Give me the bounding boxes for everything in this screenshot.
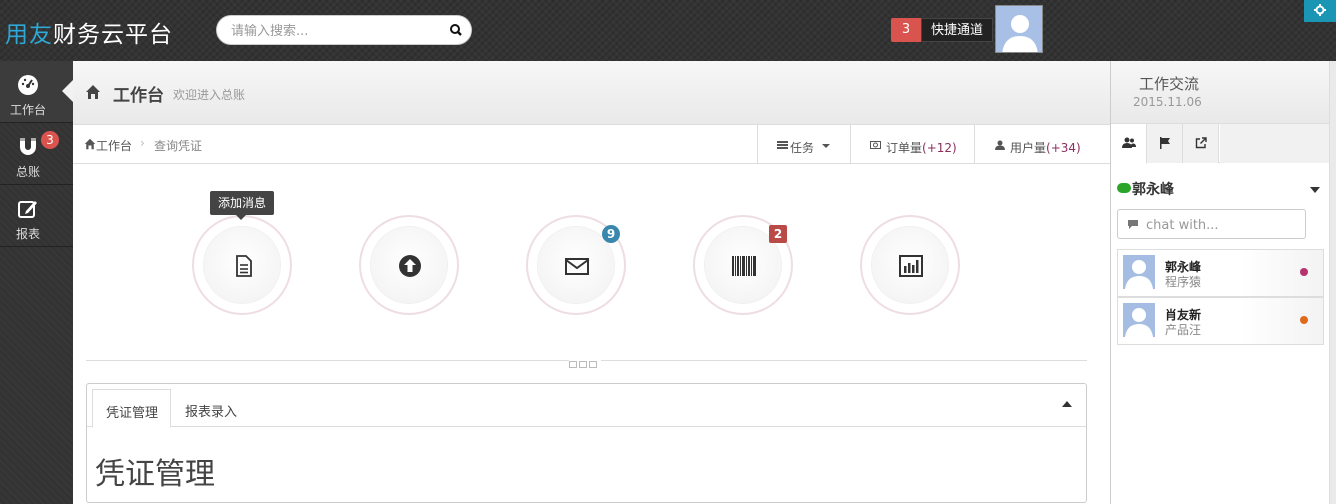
tab-panel: 凭证管理 报表录入 凭证管理 <box>86 383 1087 503</box>
shortcut-add-message[interactable] <box>192 215 292 315</box>
contact-item[interactable]: 肖友新 产品汪 <box>1117 297 1324 345</box>
search-icon[interactable] <box>447 21 465 39</box>
barcode-count-badge: 2 <box>769 225 787 243</box>
collapse-icon[interactable] <box>1062 401 1072 407</box>
page-header: 工作台 欢迎进入总账 <box>73 61 1110 125</box>
brand-name: 财务云平台 <box>53 22 173 48</box>
sidebar-item-label: 工作台 <box>9 103 46 117</box>
chat-user-name: 郭永峰 <box>1132 182 1174 198</box>
chat-current-user[interactable]: 郭永峰 <box>1117 179 1174 199</box>
quick-access-button[interactable]: 快捷通道 <box>921 18 993 42</box>
dashboard-icon <box>17 74 39 96</box>
tab-voucher-management[interactable]: 凭证管理 <box>92 389 171 428</box>
tab-contacts[interactable] <box>1111 124 1147 164</box>
status-dot <box>1300 268 1308 276</box>
breadcrumb-separator: › <box>140 136 145 150</box>
chevron-down-icon[interactable] <box>1310 187 1320 193</box>
mail-icon <box>564 253 590 279</box>
tab-strip-filler <box>1220 124 1329 163</box>
chat-tabs <box>1111 124 1329 164</box>
orders-delta: (+12) <box>922 141 957 155</box>
contact-role: 程序猿 <box>1165 275 1202 289</box>
upload-icon <box>397 253 423 279</box>
breadcrumb-current: 查询凭证 <box>154 139 203 153</box>
brand-logo[interactable]: 用友财务云平台 <box>5 15 173 49</box>
settings-button[interactable] <box>1304 0 1336 22</box>
tab-header: 凭证管理 报表录入 <box>87 384 1086 428</box>
chat-panel-title: 工作交流 <box>1139 75 1200 93</box>
page-subtitle: 欢迎进入总账 <box>173 88 246 102</box>
edit-icon <box>17 198 39 220</box>
shortcut-upload[interactable] <box>359 215 459 315</box>
users-text: 用户量 <box>1010 141 1047 155</box>
page-title: 工作台 <box>113 86 164 106</box>
home-icon <box>84 138 96 150</box>
breadcrumb: 工作台 › 查询凭证 任务 订单量(+12) 用户量(+34) <box>73 125 1110 164</box>
mail-count-badge: 9 <box>602 225 620 243</box>
shortcut-barcode[interactable]: 2 <box>693 215 793 315</box>
users-stat-button[interactable]: 用户量(+34) <box>974 125 1110 164</box>
sidebar-item-reports[interactable]: 报表 <box>0 185 73 247</box>
users-delta: (+34) <box>1046 141 1081 155</box>
chat-input-box <box>1117 209 1306 239</box>
bar-chart-icon <box>898 253 924 279</box>
tasks-dropdown[interactable]: 任务 <box>757 125 850 164</box>
chat-panel-date: 2015.11.06 <box>1133 95 1202 109</box>
main-content: 工作台 欢迎进入总账 工作台 › 查询凭证 任务 订单量(+12) 用户量(+3 <box>73 61 1110 504</box>
search-input[interactable] <box>231 22 441 40</box>
contact-item[interactable]: 郭永峰 程序猿 <box>1117 249 1324 297</box>
barcode-icon <box>731 253 757 279</box>
tab-external[interactable] <box>1183 124 1219 163</box>
orders-stat-button[interactable]: 订单量(+12) <box>850 125 974 164</box>
chat-input[interactable] <box>1146 216 1296 234</box>
tab-report-entry[interactable]: 报表录入 <box>173 389 253 428</box>
user-icon <box>995 139 1005 153</box>
shortcut-inner <box>371 227 447 303</box>
shortcut-inner <box>872 227 948 303</box>
tab-label: 凭证管理 <box>106 406 159 421</box>
shortcut-chart[interactable] <box>860 215 960 315</box>
orders-label: 订单量(+12) <box>886 139 957 156</box>
tab-flag[interactable] <box>1147 124 1183 163</box>
brand-accent: 用友 <box>5 22 53 48</box>
scrollbar[interactable] <box>1329 61 1336 504</box>
search-box <box>216 15 472 45</box>
chat-panel: 工作交流 2015.11.06 郭永峰 chat with... 郭永峰 程序猿… <box>1110 61 1336 504</box>
top-header: 用友财务云平台 3 快捷通道 <box>0 0 1336 61</box>
shortcut-mail[interactable]: 9 <box>526 215 626 315</box>
chat-panel-header: 工作交流 2015.11.06 <box>1111 61 1336 124</box>
sidebar-item-label: 总账 <box>15 165 40 179</box>
list-icon <box>777 139 788 153</box>
contact-avatar <box>1123 303 1155 337</box>
user-avatar[interactable] <box>995 5 1043 53</box>
camera-icon <box>870 139 881 153</box>
sidebar: 工作台 总账 报表 <box>0 61 73 504</box>
tasks-label: 任务 <box>790 141 815 155</box>
home-icon <box>85 84 101 100</box>
gear-icon <box>1304 4 1336 26</box>
sidebar-item-ledger[interactable]: 总账 <box>0 123 73 185</box>
breadcrumb-home-link[interactable]: 工作台 <box>96 137 132 154</box>
tab-content-title: 凭证管理 <box>95 457 215 492</box>
divider-ornament <box>569 357 601 368</box>
orders-text: 订单量 <box>886 141 923 155</box>
chevron-down-icon <box>822 144 830 148</box>
tab-label: 报表录入 <box>185 405 238 420</box>
reports-badge: 3 <box>41 131 59 149</box>
shortcut-inner <box>204 227 280 303</box>
status-dot <box>1300 316 1308 324</box>
tooltip: 添加消息 <box>210 191 275 220</box>
chat-bubble-icon <box>1117 183 1131 193</box>
magnet-icon <box>17 136 39 158</box>
active-indicator <box>62 80 73 102</box>
quick-count-badge: 3 <box>891 18 921 42</box>
contact-avatar <box>1123 255 1155 289</box>
contact-role: 产品汪 <box>1165 323 1202 337</box>
document-icon <box>230 253 256 279</box>
sidebar-item-label: 报表 <box>15 227 40 241</box>
users-label: 用户量(+34) <box>1010 139 1081 156</box>
